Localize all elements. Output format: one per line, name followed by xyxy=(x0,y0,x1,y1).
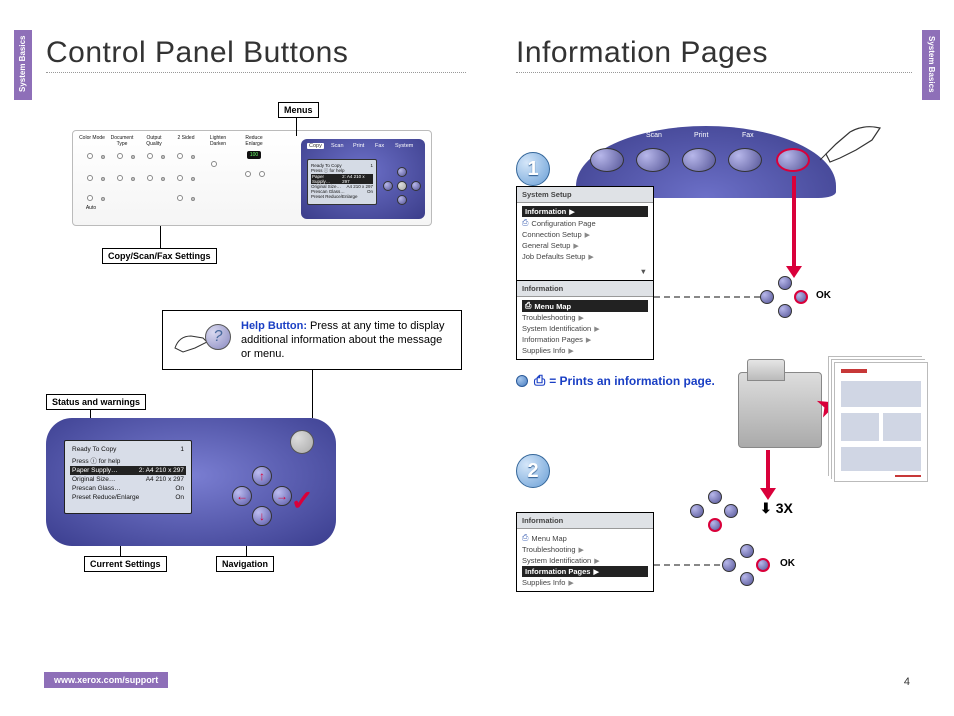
dashed-to-ok-2 xyxy=(654,564,720,566)
tab-system: System xyxy=(395,143,413,149)
label-output-quality: Output Quality xyxy=(139,135,169,147)
tab-scan: Scan xyxy=(331,143,344,149)
tab-fax: Fax xyxy=(375,143,384,149)
label-2sided: 2 Sided xyxy=(171,135,201,141)
ok-label-1: OK xyxy=(816,290,831,301)
down-3x-label: 3X xyxy=(760,500,793,517)
label-document-type: Document Type xyxy=(107,135,137,147)
panel-lcd: Ready To Copy1 Press ⓘ for help Paper Su… xyxy=(307,159,377,205)
led-display: 100 xyxy=(247,151,261,159)
callout-status-warnings: Status and warnings xyxy=(46,394,146,410)
red-arrow-1 xyxy=(792,176,796,268)
printer-figure: ➤ xyxy=(738,372,822,448)
red-arrow-2 xyxy=(766,450,770,490)
nav-dpad: ↑ ← → ↓ ✓ xyxy=(232,466,310,528)
help-button-icon: ? xyxy=(205,324,231,350)
ok-label-2: OK xyxy=(780,558,795,569)
callout-copy-scan-fax: Copy/Scan/Fax Settings xyxy=(102,248,217,264)
side-tab-left: System Basics xyxy=(14,30,32,100)
callout-menus: Menus xyxy=(278,102,319,118)
dpad-down-3x xyxy=(690,490,740,530)
tab2-print: Print xyxy=(694,132,708,139)
prints-info-label: ⎙= Prints an information page. xyxy=(516,372,715,389)
tab-print: Print xyxy=(353,143,364,149)
tab2-system: System xyxy=(784,132,807,139)
tab2-copy: Copy xyxy=(600,132,616,139)
title-information-pages: Information Pages xyxy=(516,36,912,73)
status-figure: Ready To Copy1 Press ⓘ for help Paper Su… xyxy=(46,418,336,546)
label-color-mode: Color Mode xyxy=(77,135,107,141)
menu-information-1: Information ⎙Menu Map Troubleshooting▶ S… xyxy=(516,280,654,360)
callout-current-settings: Current Settings xyxy=(84,556,167,572)
dpad-ok-1 xyxy=(760,276,810,316)
system-button-highlight xyxy=(776,148,810,172)
tab-copy: Copy xyxy=(307,143,324,149)
dashed-to-ok-1 xyxy=(654,296,760,298)
tab2-fax: Fax xyxy=(742,132,754,139)
ok-check-icon: ✓ xyxy=(291,484,314,517)
step-1-badge: 1 xyxy=(516,152,550,186)
sample-printout xyxy=(834,362,928,482)
step-2-badge: 2 xyxy=(516,454,550,488)
title-control-panel: Control Panel Buttons xyxy=(46,36,466,73)
footer-url: www.xerox.com/support xyxy=(44,672,168,688)
label-auto: Auto xyxy=(81,205,101,211)
label-reduce-enlarge: Reduce Enlarge xyxy=(239,135,269,147)
callout-navigation: Navigation xyxy=(216,556,274,572)
help-box: ? Help Button: Press at any time to disp… xyxy=(162,310,462,370)
page-number: 4 xyxy=(904,676,910,688)
tab2-scan: Scan xyxy=(646,132,662,139)
label-lighten-darken: Lighten Darken xyxy=(203,135,233,147)
help-button-small xyxy=(290,430,314,454)
menu-information-2: Information ⎙Menu Map Troubleshooting▶ S… xyxy=(516,512,654,592)
control-panel-figure: Color Mode Document Type Output Quality … xyxy=(72,130,432,226)
dpad-ok-2 xyxy=(722,544,772,584)
menu-system-setup: System Setup Information▶ ⎙Configuration… xyxy=(516,186,654,281)
side-tab-right: System Basics xyxy=(922,30,940,100)
status-lcd: Ready To Copy1 Press ⓘ for help Paper Su… xyxy=(64,440,192,514)
hand-press-system xyxy=(812,122,882,186)
